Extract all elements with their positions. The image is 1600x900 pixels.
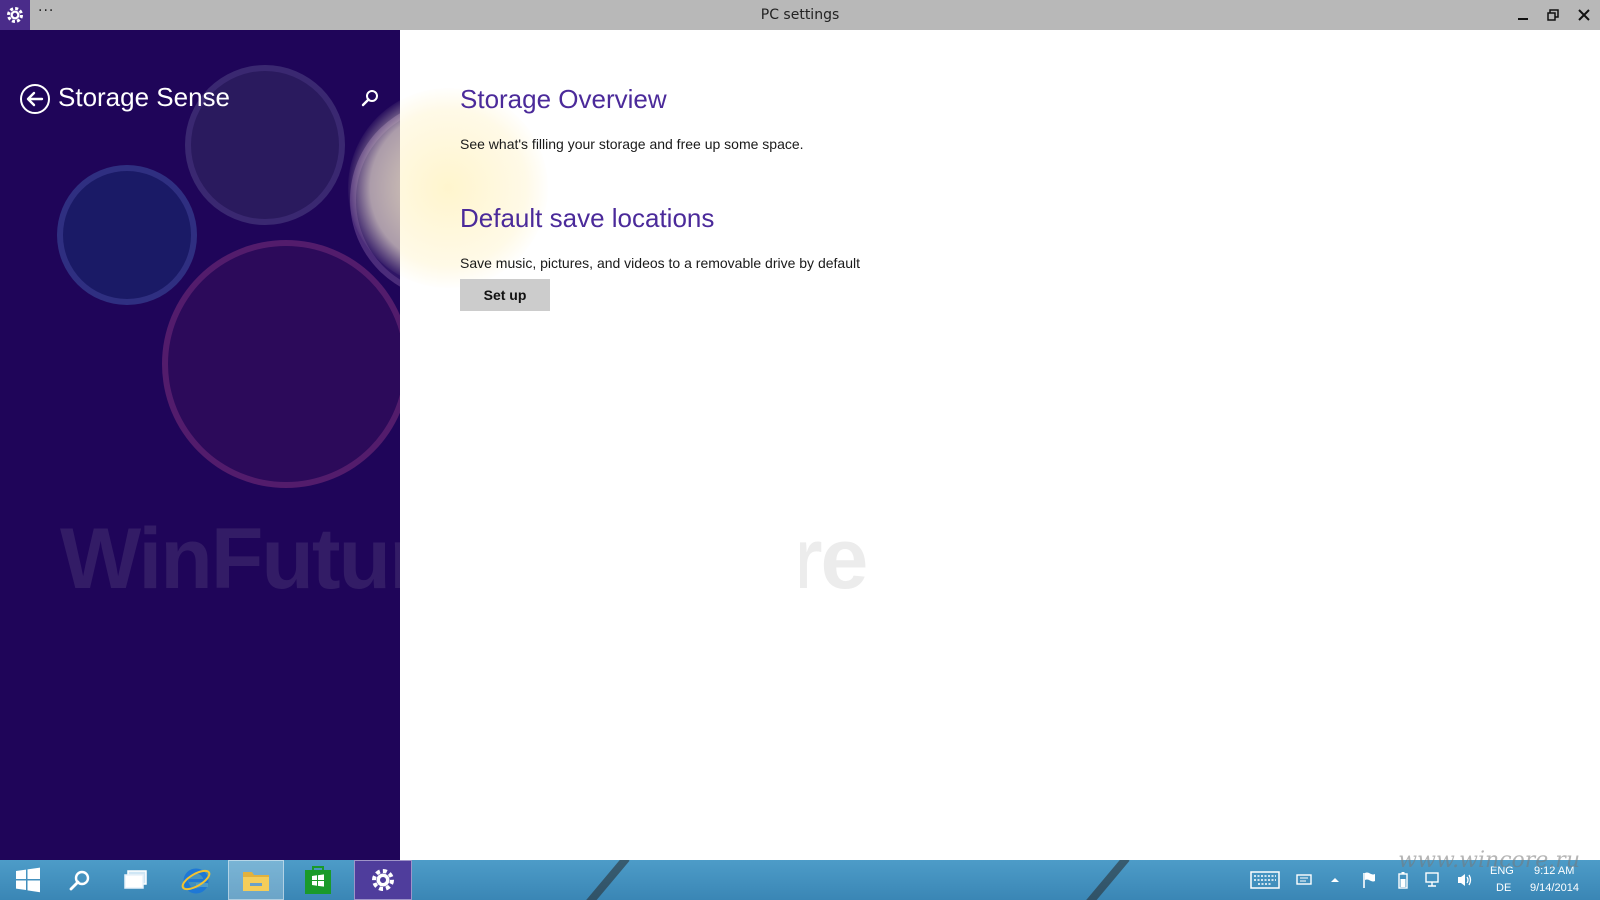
show-hidden-icons-button[interactable] xyxy=(1328,870,1342,890)
battery-icon xyxy=(1398,872,1408,889)
watermark-text: WinFuture xyxy=(60,511,400,607)
pc-settings-taskbar-button[interactable] xyxy=(354,860,412,900)
search-icon xyxy=(361,90,378,107)
settings-icon xyxy=(372,869,394,891)
restore-button[interactable] xyxy=(1538,0,1568,30)
decorative-circle xyxy=(162,240,400,488)
set-up-button[interactable]: Set up xyxy=(460,279,550,311)
task-view-button[interactable] xyxy=(108,860,164,900)
touch-keyboard-button[interactable] xyxy=(1250,870,1280,890)
clock-date[interactable]: 9/14/2014 xyxy=(1530,882,1579,894)
flag-icon xyxy=(1363,872,1375,888)
search-icon xyxy=(69,870,90,891)
page-title: Storage Sense xyxy=(58,82,231,112)
minimize-button[interactable] xyxy=(1508,0,1538,30)
content-pane: WinFuture Storage Overview See what's fi… xyxy=(348,30,1600,860)
battery-button[interactable] xyxy=(1396,870,1410,890)
window-title: PC settings xyxy=(760,7,840,23)
search-button[interactable] xyxy=(360,88,382,110)
close-button[interactable] xyxy=(1569,0,1599,30)
close-icon xyxy=(1578,9,1590,21)
keyboard-icon xyxy=(1250,871,1280,889)
internet-explorer-icon xyxy=(181,868,211,894)
network-button[interactable] xyxy=(1424,870,1442,890)
start-button[interactable] xyxy=(0,860,56,900)
taskbar: ENG DE 9:12 AM 9/14/2014 xyxy=(0,860,1600,900)
taskbar-decor xyxy=(1078,860,1130,900)
title-bar: ··· PC settings xyxy=(0,0,1600,30)
taskbar-search-button[interactable] xyxy=(52,860,108,900)
storage-overview-description: See what's filling your storage and free… xyxy=(460,136,804,152)
notifications-button[interactable] xyxy=(1296,870,1312,890)
task-view-icon xyxy=(124,870,147,889)
default-save-locations-description: Save music, pictures, and videos to a re… xyxy=(460,255,860,271)
decorative-circle xyxy=(57,165,197,305)
file-explorer-icon xyxy=(243,872,269,891)
taskbar-decor xyxy=(578,860,630,900)
default-save-locations-heading: Default save locations xyxy=(460,203,715,233)
storage-overview-heading[interactable]: Storage Overview xyxy=(460,84,667,115)
store-button[interactable] xyxy=(290,860,346,900)
left-pane: WinFuture Storage Sense xyxy=(0,30,400,860)
back-button[interactable] xyxy=(19,83,51,115)
speaker-icon xyxy=(1458,874,1472,886)
back-arrow-icon xyxy=(20,84,50,114)
file-explorer-button[interactable] xyxy=(228,860,284,900)
restore-icon xyxy=(1547,9,1559,21)
store-icon xyxy=(305,866,331,894)
start-icon xyxy=(16,867,40,893)
input-language-bottom[interactable]: DE xyxy=(1496,882,1511,894)
internet-explorer-button[interactable] xyxy=(168,860,224,900)
chevron-up-icon xyxy=(1331,878,1339,882)
minimize-icon xyxy=(1518,18,1528,20)
action-center-button[interactable] xyxy=(1360,870,1378,890)
network-icon xyxy=(1425,872,1439,887)
watermark-overflow: WinFuture xyxy=(800,540,868,607)
volume-button[interactable] xyxy=(1456,870,1474,890)
site-watermark: www.wincore.ru xyxy=(1398,848,1580,873)
message-icon xyxy=(1296,874,1312,885)
